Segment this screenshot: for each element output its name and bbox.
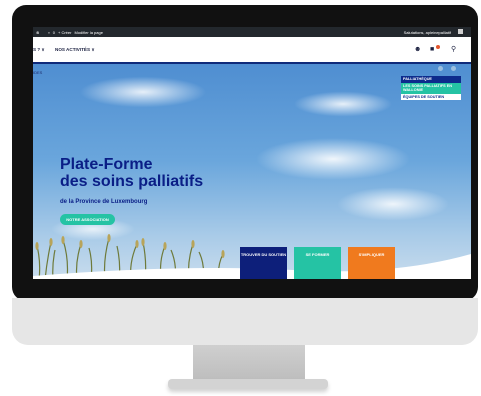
card-training[interactable]: SE FORMER [294, 247, 341, 279]
monitor-chin [12, 298, 478, 345]
card-find-support[interactable]: TROUVER DU SOUTIEN [240, 247, 287, 279]
search-icon[interactable]: ⚲ [451, 46, 456, 53]
wordpress-logo-icon[interactable]: ⊗ [36, 30, 39, 35]
monitor-base [168, 379, 328, 389]
admin-bar: ⊗ ▪ 0 + Créer Modifier la page Salutatio… [33, 27, 471, 37]
avatar[interactable] [458, 29, 463, 34]
website-screen: ⊗ ▪ 0 + Créer Modifier la page Salutatio… [33, 27, 471, 279]
user-greeting[interactable]: Salutations, apleinepalliatif [404, 30, 451, 35]
page-title: Plate-Forme des soins palliatifs [60, 156, 203, 190]
main-navigation: S ? ∨ NOS ACTIVITÉS ∨ ☻ ■ ⚲ [33, 37, 471, 64]
circle-icon[interactable] [438, 66, 443, 71]
breadcrumb[interactable]: IDES [33, 70, 42, 75]
card-get-involved[interactable]: S'IMPLIQUER [348, 247, 395, 279]
title-line-1: Plate-Forme [60, 156, 153, 173]
new-link[interactable]: + Créer [58, 30, 71, 35]
nav-item-activities[interactable]: NOS ACTIVITÉS ∨ [55, 47, 95, 53]
quick-links-menu: PALLIATHÈQUE LES SOINS PALLIATIFS EN WAL… [401, 76, 461, 100]
cart-badge [436, 45, 440, 49]
page-subtitle: de la Province de Luxembourg [60, 199, 148, 205]
cart-icon[interactable]: ■ [430, 45, 440, 53]
hero-banner: IDES PALLIATHÈQUE LES SOINS PALLIATIFS E… [33, 64, 471, 279]
menu-item-soins-wallonie[interactable]: LES SOINS PALLIATIFS EN WALLONIE [401, 82, 461, 94]
comments-count[interactable]: 0 [53, 30, 55, 35]
circle-icon[interactable] [451, 66, 456, 71]
menu-item-equipes-soutien[interactable]: ÉQUIPES DE SOUTIEN [401, 93, 461, 100]
comments-icon[interactable]: ▪ [48, 30, 49, 35]
user-add-icon[interactable]: ☻ [414, 46, 421, 53]
association-button[interactable]: NOTRE ASSOCIATION [60, 214, 115, 225]
monitor-stand [193, 345, 305, 381]
edit-page-link[interactable]: Modifier la page [74, 30, 102, 35]
title-line-2: des soins palliatifs [60, 173, 204, 190]
nav-item-partial[interactable]: S ? ∨ [33, 47, 45, 53]
